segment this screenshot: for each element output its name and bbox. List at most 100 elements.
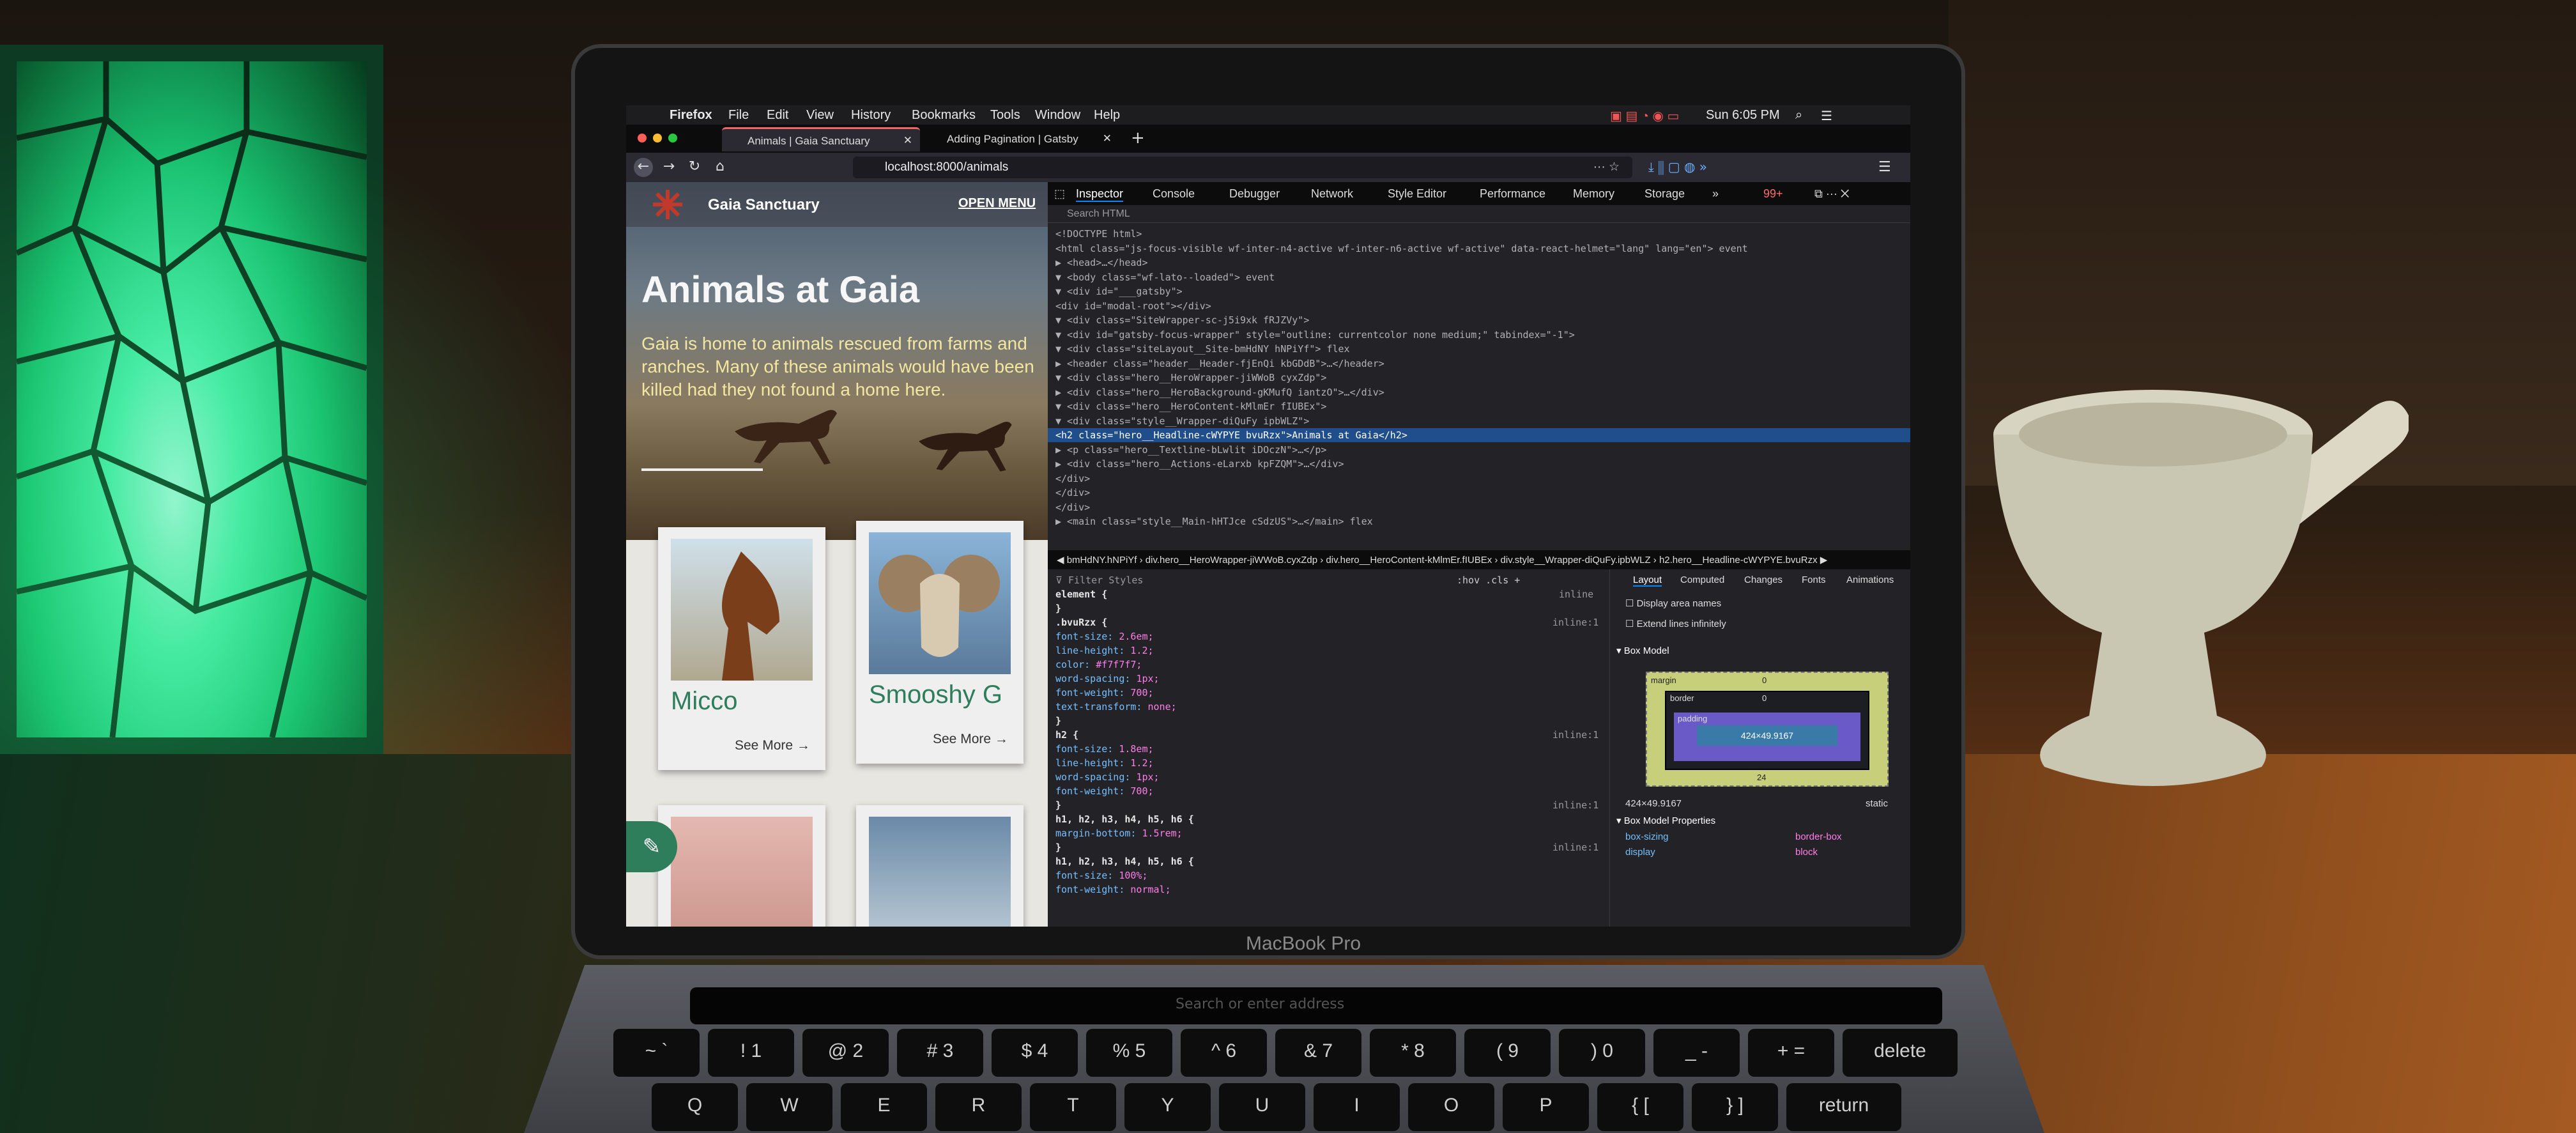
bookmark-star-icon[interactable]: ··· ☆ <box>1593 160 1620 174</box>
tab-pagination[interactable]: Adding Pagination | Gatsby ✕ <box>921 127 1119 151</box>
css-rule-line[interactable]: element { <box>1055 589 1107 600</box>
tab-network[interactable]: Network <box>1311 187 1353 201</box>
see-more-link[interactable]: See More → <box>933 732 1008 747</box>
control-center-icon[interactable]: ☰ <box>1821 108 1832 124</box>
keyboard-key[interactable]: I <box>1314 1083 1400 1131</box>
css-rule-line[interactable]: word-spacing: 1px; <box>1055 673 1160 684</box>
status-icons[interactable]: ▣ ▤ ◔ ◉ ▭ <box>1610 108 1679 124</box>
border-top-value[interactable]: 0 <box>1762 693 1767 703</box>
window-close-icon[interactable] <box>638 134 647 143</box>
dom-node[interactable]: ▼ <div id="___gatsby"> <box>1048 284 1910 298</box>
dom-node[interactable]: <h2 class="hero__Headline-cWYPYE bvuRzx"… <box>1048 428 1910 442</box>
css-rule-line[interactable]: font-size: 2.6em; <box>1055 631 1154 642</box>
box-model-props-header[interactable]: ▾ Box Model Properties <box>1616 815 1715 826</box>
animal-card-white-horse[interactable] <box>856 805 1023 927</box>
keyboard-key[interactable]: { [ <box>1597 1083 1683 1131</box>
animal-card-micco[interactable]: Micco See More → <box>658 527 825 770</box>
new-tab-icon[interactable]: + <box>1131 128 1145 148</box>
keyboard-key[interactable]: @ 2 <box>802 1029 889 1077</box>
see-more-link[interactable]: See More → <box>735 738 810 753</box>
dom-node[interactable]: ▶ <head>…</head> <box>1048 256 1910 270</box>
keyboard-key[interactable]: } ] <box>1692 1083 1778 1131</box>
touch-bar[interactable]: Search or enter address <box>690 987 1942 1024</box>
dom-node[interactable]: ▼ <div class="siteLayout__Site-bmHdNY hN… <box>1048 342 1910 356</box>
dom-node[interactable]: ▼ <div class="hero__HeroWrapper-jiWWoB c… <box>1048 371 1910 385</box>
tab-console[interactable]: Console <box>1153 187 1195 201</box>
menubar-app[interactable]: Firefox <box>670 108 712 123</box>
window-zoom-icon[interactable] <box>668 134 677 143</box>
keyboard-key[interactable]: ^ 6 <box>1181 1029 1267 1077</box>
tab-layout[interactable]: Layout <box>1633 574 1662 587</box>
spotlight-icon[interactable]: ⌕ <box>1795 108 1802 123</box>
css-rule-line[interactable]: .bvuRzx { <box>1055 617 1107 628</box>
touchbar-search[interactable]: Search or enter address <box>1176 996 1344 1012</box>
css-rule-line[interactable]: } <box>1055 842 1061 853</box>
display-area-names-checkbox[interactable]: ☐ Display area names <box>1625 597 1721 609</box>
css-rule-line[interactable]: } <box>1055 715 1061 727</box>
dom-node[interactable]: ▼ <div class="SiteWrapper-sc-j5i9xk fRJZ… <box>1048 313 1910 327</box>
css-rule-line[interactable]: h1, h2, h3, h4, h5, h6 { <box>1055 813 1194 825</box>
keyboard-key[interactable]: $ 4 <box>992 1029 1078 1077</box>
dom-node[interactable]: <!DOCTYPE html> <box>1048 227 1910 241</box>
dom-node[interactable]: ▶ <main class="style__Main-hHTJce cSdzUS… <box>1048 514 1910 528</box>
dom-node[interactable]: ▶ <header class="header__Header-fjEnQi k… <box>1048 357 1910 371</box>
forward-icon[interactable]: → <box>659 158 678 177</box>
keyboard-key[interactable]: Y <box>1124 1083 1211 1131</box>
css-rule-line[interactable]: font-size: 100%; <box>1055 870 1148 881</box>
dom-node[interactable]: ▼ <div class="style__Wrapper-diQuFy ipbW… <box>1048 414 1910 428</box>
dom-node[interactable]: ▼ <div class="hero__HeroContent-kMlmEr f… <box>1048 399 1910 413</box>
rule-source[interactable]: inline:1 <box>1552 799 1598 811</box>
css-rule-line[interactable]: text-transform: none; <box>1055 701 1177 713</box>
animal-card-smooshy-g[interactable]: Smooshy G See More → <box>856 521 1023 764</box>
dom-node[interactable]: ▶ <div class="hero__HeroBackground-gKMuf… <box>1048 385 1910 399</box>
url-input[interactable]: localhost:8000/animals ··· ☆ <box>853 157 1632 178</box>
tab-inspector[interactable]: Inspector <box>1076 187 1124 202</box>
css-rule-line[interactable]: h1, h2, h3, h4, h5, h6 { <box>1055 856 1194 867</box>
window-minimize-icon[interactable] <box>653 134 662 143</box>
tab-animations[interactable]: Animations <box>1846 574 1904 585</box>
keyboard-key[interactable]: O <box>1408 1083 1494 1131</box>
keyboard-key[interactable]: U <box>1219 1083 1305 1131</box>
menubar-clock[interactable]: Sun 6:05 PM <box>1706 108 1780 123</box>
keyboard-key[interactable]: ) 0 <box>1559 1029 1645 1077</box>
menu-bookmarks[interactable]: Bookmarks <box>912 108 976 123</box>
tab-debugger[interactable]: Debugger <box>1229 187 1280 201</box>
keyboard-key[interactable]: * 8 <box>1370 1029 1456 1077</box>
keyboard-key[interactable]: R <box>935 1083 1022 1131</box>
keyboard-key[interactable]: delete <box>1843 1029 1958 1077</box>
dom-node[interactable]: ▶ <div class="hero__Actions-eLarxb kpFZQ… <box>1048 457 1910 471</box>
dom-node[interactable]: <div id="modal-root"></div> <box>1048 299 1910 313</box>
tab-close-icon[interactable]: ✕ <box>903 134 912 147</box>
hamburger-menu-icon[interactable]: ☰ <box>1878 159 1891 175</box>
reload-icon[interactable]: ↻ <box>685 158 704 177</box>
extend-lines-checkbox[interactable]: ☐ Extend lines infinitely <box>1625 618 1726 629</box>
dom-node[interactable]: </div> <box>1048 500 1910 514</box>
keyboard-key[interactable]: _ - <box>1653 1029 1740 1077</box>
css-rule-line[interactable]: } <box>1055 799 1061 811</box>
back-icon[interactable]: ← <box>634 158 653 177</box>
animal-name[interactable]: Smooshy G <box>869 681 1002 709</box>
rule-source[interactable]: inline:1 <box>1552 729 1598 741</box>
error-count-badge[interactable]: 99+ <box>1763 187 1783 201</box>
tab-changes[interactable]: Changes <box>1744 574 1782 585</box>
rules-toolbar[interactable]: :hov .cls + <box>1457 574 1520 586</box>
rule-source[interactable]: inline:1 <box>1552 842 1598 853</box>
keyboard-key[interactable]: ~ ` <box>613 1029 700 1077</box>
margin-bottom-value[interactable]: 24 <box>1757 773 1766 782</box>
keyboard-key[interactable]: E <box>841 1083 927 1131</box>
tab-animals[interactable]: Animals | Gaia Sanctuary ✕ <box>722 127 920 151</box>
keyboard-key[interactable]: ( 9 <box>1464 1029 1551 1077</box>
dom-node[interactable]: <html class="js-focus-visible wf-inter-n… <box>1048 242 1910 256</box>
keyboard-key[interactable]: W <box>746 1083 832 1131</box>
tab-storage[interactable]: Storage <box>1644 187 1685 201</box>
menu-edit[interactable]: Edit <box>767 108 788 123</box>
search-html-input[interactable]: Search HTML <box>1048 205 1910 223</box>
keyboard-key[interactable]: + = <box>1748 1029 1834 1077</box>
tab-memory[interactable]: Memory <box>1573 187 1614 201</box>
open-menu-link[interactable]: OPEN MENU <box>958 196 1036 211</box>
home-icon[interactable]: ⌂ <box>710 158 730 177</box>
edit-pencil-icon[interactable]: ✎ <box>626 821 677 872</box>
keyboard-key[interactable]: return <box>1786 1083 1901 1131</box>
rule-source[interactable]: inline:1 <box>1552 617 1598 628</box>
margin-top-value[interactable]: 0 <box>1762 675 1767 685</box>
